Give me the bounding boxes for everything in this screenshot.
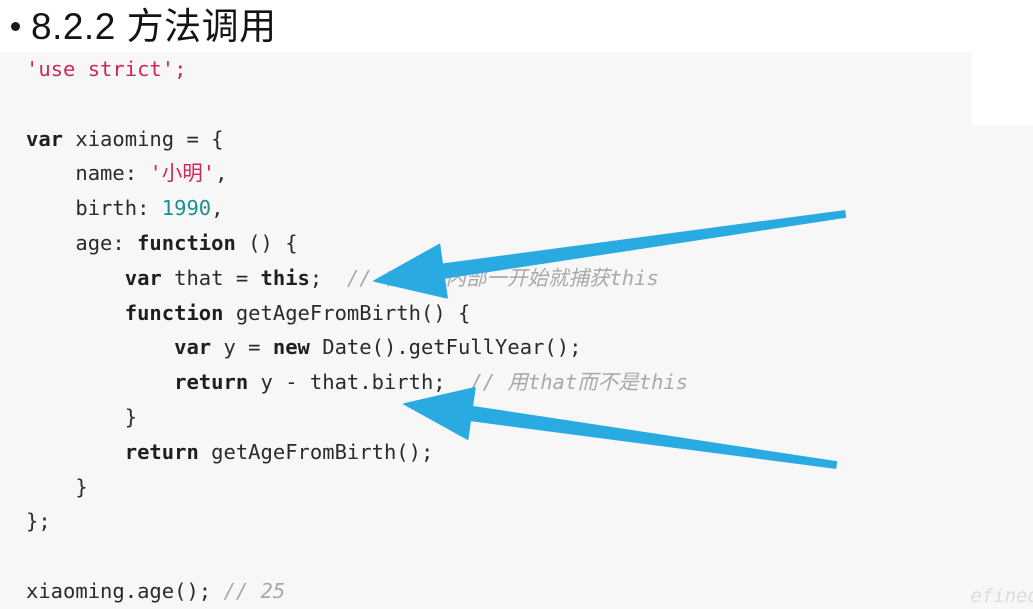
code-line: return y - that.birth; // 用that而不是this (0, 365, 1033, 400)
code-listing: 'use strict'; var xiaoming = { name: '小明… (0, 52, 1033, 609)
code-line: return getAgeFromBirth(); (0, 435, 1033, 470)
code-token-pln: Date().getFullYear(); (309, 335, 582, 360)
code-line: } (0, 400, 1033, 435)
code-token-pln: y - that.birth; (248, 370, 446, 395)
code-token-kw: function (137, 230, 236, 255)
code-token-kw: var (124, 265, 162, 290)
code-token-com: // 25 (211, 578, 286, 603)
code-token-str: 'use strict'; (26, 57, 187, 81)
code-token-pln: y = (211, 335, 273, 360)
code-line: 'use strict'; (0, 52, 1033, 87)
code-line: function getAgeFromBirth() { (0, 296, 1033, 331)
code-line: age: function () { (0, 226, 1033, 261)
code-token-kw: return (124, 439, 199, 464)
code-token-com: // 在方法内部一开始就捕获this (322, 265, 659, 290)
code-token-pln: that = (161, 265, 261, 290)
code-token-kw: return (174, 370, 249, 395)
code-token-kw: this (260, 265, 310, 290)
code-token-pln: , (211, 196, 224, 221)
code-token-pln: age: (75, 230, 138, 255)
code-line: birth: 1990, (0, 191, 1033, 226)
code-token-pln: , (215, 161, 228, 186)
slide-title-bar: 8.2.2 方法调用 (0, 0, 1033, 52)
code-token-pln: birth: (75, 196, 162, 221)
code-line: }; (0, 504, 1033, 539)
code-token-kw: function (124, 300, 224, 325)
code-token-pln: getAgeFromBirth() { (223, 300, 471, 325)
code-line: var y = new Date().getFullYear(); (0, 330, 1033, 365)
code-token-com: // 用that而不是this (445, 370, 689, 395)
code-token-pln: }; (26, 509, 51, 534)
code-token-kw: new (272, 335, 310, 360)
code-token-pln: } (75, 474, 88, 499)
code-line: var xiaoming = { (0, 122, 1033, 157)
code-token-pln: } (124, 404, 138, 429)
code-token-pln: getAgeFromBirth(); (198, 439, 434, 464)
code-token-pln: () { (235, 230, 298, 255)
code-line: xiaoming.age(); // 25 (0, 574, 1033, 609)
code-token-pln: xiaoming = { (63, 126, 224, 151)
code-token-kw: var (174, 335, 212, 360)
code-token-pln: ; (309, 265, 323, 290)
bullet-dot-icon (11, 21, 20, 31)
code-line: } (0, 470, 1033, 505)
code-token-kw: var (26, 126, 64, 151)
code-token-str: '小明' (149, 161, 216, 186)
code-token-pln: name: (75, 161, 150, 186)
code-token-num: 1990 (161, 196, 212, 221)
code-line: var that = this; // 在方法内部一开始就捕获this (0, 261, 1033, 296)
code-token-pln: xiaoming.age(); (26, 578, 212, 603)
code-line: name: '小明', (0, 156, 1033, 191)
ghost-undefined-text: efined (970, 585, 1033, 607)
page-title: 8.2.2 方法调用 (31, 5, 277, 47)
